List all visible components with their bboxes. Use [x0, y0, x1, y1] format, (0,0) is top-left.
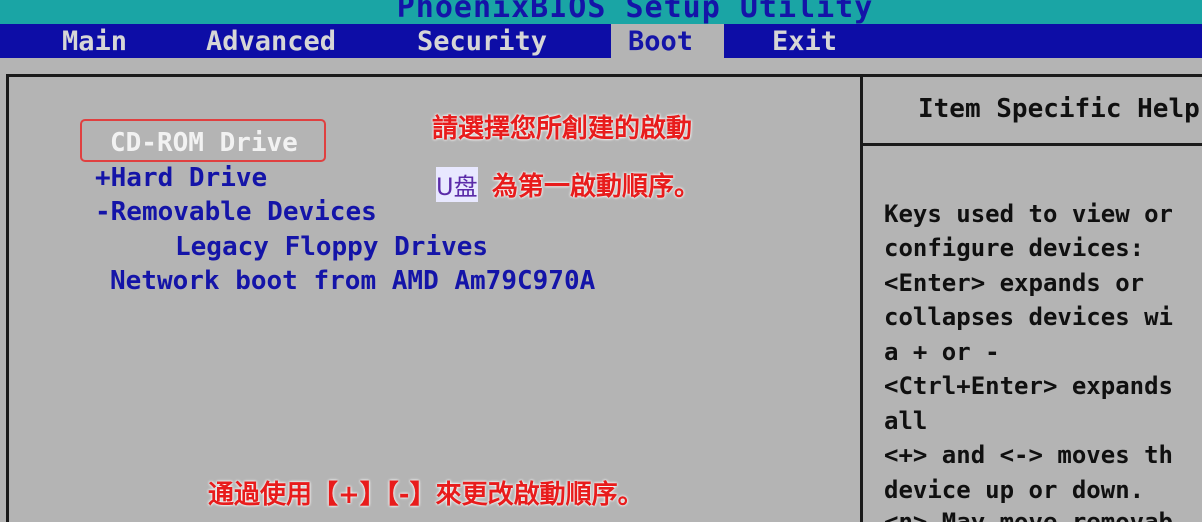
help-line: configure devices: [884, 234, 1145, 262]
menu-bar: Main Advanced Security Boot Exit [0, 24, 1202, 58]
help-title: Item Specific Help [918, 94, 1200, 124]
help-line: a + or - [884, 338, 1000, 366]
title-bar: PhoenixBIOS Setup Utility [0, 0, 1202, 24]
help-line: <Ctrl+Enter> expands [884, 372, 1173, 400]
annotation-usb-label: U盘 [436, 167, 478, 202]
boot-item-network-boot[interactable]: Network boot from AMD Am79C970A [110, 266, 595, 296]
help-line: all [884, 407, 928, 435]
help-text-area: Keys used to view or configure devices: … [863, 146, 1202, 522]
help-line: collapses devices wi [884, 303, 1173, 331]
help-line: <Enter> expands or [884, 269, 1145, 297]
help-line: <n> May move removab [884, 508, 1173, 522]
tab-boot[interactable]: Boot [611, 24, 724, 58]
tab-exit[interactable]: Exit [772, 24, 837, 58]
boot-item-hard-drive[interactable]: +Hard Drive [95, 163, 267, 193]
help-title-area: Item Specific Help [863, 77, 1202, 143]
annotation-select-usb: 請選擇您所創建的啟動 [432, 114, 693, 144]
boot-item-cd-rom-drive[interactable]: CD-ROM Drive [110, 128, 298, 158]
window-title: PhoenixBIOS Setup Utility [396, 0, 874, 24]
tab-advanced[interactable]: Advanced [206, 24, 336, 58]
help-line: Keys used to view or [884, 200, 1173, 228]
boot-item-legacy-floppy-drives[interactable]: Legacy Floppy Drives [175, 232, 488, 262]
help-line: <+> and <-> moves th [884, 441, 1173, 469]
annotation-first-boot: 為第一啟動順序。 [492, 172, 701, 202]
tab-security[interactable]: Security [417, 24, 547, 58]
annotation-change-order: 通過使用【+】【-】來更改啟動順序。 [208, 480, 644, 510]
help-line: device up or down. [884, 476, 1145, 504]
boot-item-removable-devices[interactable]: -Removable Devices [95, 197, 377, 227]
tab-main[interactable]: Main [62, 24, 127, 58]
